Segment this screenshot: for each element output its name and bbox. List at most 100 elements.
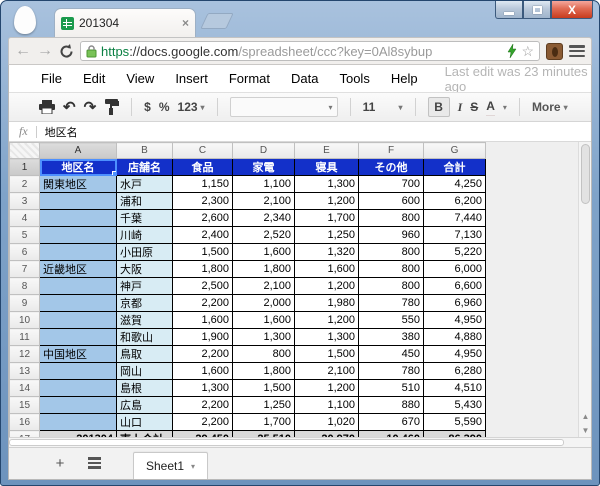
cell[interactable] xyxy=(40,397,117,414)
more-button[interactable]: More▾ xyxy=(532,100,568,114)
cell[interactable]: 2,600 xyxy=(173,210,233,227)
menu-help[interactable]: Help xyxy=(391,71,418,86)
horizontal-scrollbar-thumb[interactable] xyxy=(9,439,564,446)
cell[interactable]: 滋賀 xyxy=(117,312,173,329)
cell[interactable]: 2,520 xyxy=(233,227,295,244)
redo-icon[interactable]: ↷ xyxy=(84,98,97,116)
cell[interactable] xyxy=(40,312,117,329)
extension-icon[interactable] xyxy=(546,43,563,60)
currency-format-button[interactable]: $ xyxy=(144,100,151,114)
column-header-e[interactable]: E xyxy=(295,143,359,159)
cell[interactable]: 6,200 xyxy=(424,193,486,210)
text-color-button[interactable]: A xyxy=(486,100,495,115)
row-header-16[interactable]: 16 xyxy=(10,414,40,431)
fill-handle[interactable] xyxy=(112,171,117,176)
menu-data[interactable]: Data xyxy=(291,71,318,86)
row-header-11[interactable]: 11 xyxy=(10,329,40,346)
cell[interactable]: 1,250 xyxy=(233,397,295,414)
reload-icon[interactable] xyxy=(59,44,74,59)
cell[interactable]: 5,220 xyxy=(424,244,486,261)
menu-edit[interactable]: Edit xyxy=(83,71,105,86)
cell[interactable]: 6,000 xyxy=(424,261,486,278)
cell[interactable]: 中国地区 xyxy=(40,346,117,363)
cell[interactable]: 1,500 xyxy=(295,346,359,363)
cell[interactable] xyxy=(40,227,117,244)
cell[interactable]: 5,430 xyxy=(424,397,486,414)
cell[interactable]: 800 xyxy=(359,261,424,278)
cell[interactable]: 2,000 xyxy=(233,295,295,312)
profile-avatar-icon[interactable] xyxy=(14,6,36,34)
cell[interactable]: 山口 xyxy=(117,414,173,431)
row-header-2[interactable]: 2 xyxy=(10,176,40,193)
italic-button[interactable]: I xyxy=(458,100,463,115)
cell[interactable]: 1,600 xyxy=(295,261,359,278)
cell[interactable]: 浦和 xyxy=(117,193,173,210)
cell[interactable]: 2,340 xyxy=(233,210,295,227)
cell[interactable]: 1,150 xyxy=(173,176,233,193)
cell[interactable]: 7,130 xyxy=(424,227,486,244)
cell[interactable]: 1,800 xyxy=(173,261,233,278)
cell[interactable]: 800 xyxy=(359,244,424,261)
cell[interactable]: 1,300 xyxy=(173,380,233,397)
cell[interactable]: 2,400 xyxy=(173,227,233,244)
cell[interactable]: 5,590 xyxy=(424,414,486,431)
cell[interactable]: 1,600 xyxy=(233,312,295,329)
cell[interactable]: 京都 xyxy=(117,295,173,312)
cell[interactable]: 1,250 xyxy=(295,227,359,244)
cell[interactable]: 2,100 xyxy=(233,193,295,210)
cell[interactable]: 1,320 xyxy=(295,244,359,261)
row-header-8[interactable]: 8 xyxy=(10,278,40,295)
row-header-9[interactable]: 9 xyxy=(10,295,40,312)
cell[interactable]: 2,200 xyxy=(173,414,233,431)
cell[interactable]: 1,800 xyxy=(233,261,295,278)
select-all-corner[interactable] xyxy=(10,143,40,159)
column-header-d[interactable]: D xyxy=(233,143,295,159)
cell[interactable] xyxy=(40,329,117,346)
cell[interactable]: 6,600 xyxy=(424,278,486,295)
all-sheets-icon[interactable] xyxy=(81,452,107,474)
cell[interactable]: 2,200 xyxy=(173,295,233,312)
scroll-down-icon[interactable]: ▼ xyxy=(582,427,590,435)
cell[interactable] xyxy=(40,278,117,295)
maximize-button[interactable] xyxy=(523,1,551,19)
horizontal-scrollbar[interactable] xyxy=(9,437,591,447)
browser-tab[interactable]: 201304 × xyxy=(54,8,196,37)
cell[interactable]: 水戸 xyxy=(117,176,173,193)
cell[interactable]: 関東地区 xyxy=(40,176,117,193)
cell[interactable]: 広島 xyxy=(117,397,173,414)
cell[interactable] xyxy=(40,380,117,397)
cell[interactable]: 1,600 xyxy=(233,244,295,261)
row-header-10[interactable]: 10 xyxy=(10,312,40,329)
cell[interactable]: 380 xyxy=(359,329,424,346)
cell[interactable]: 1,300 xyxy=(295,329,359,346)
cell[interactable]: 和歌山 xyxy=(117,329,173,346)
cell[interactable]: 島根 xyxy=(117,380,173,397)
undo-icon[interactable]: ↶ xyxy=(63,98,76,116)
cell[interactable]: 880 xyxy=(359,397,424,414)
vertical-scrollbar-thumb[interactable] xyxy=(581,144,590,204)
cell[interactable]: 4,510 xyxy=(424,380,486,397)
cell[interactable]: 6,960 xyxy=(424,295,486,312)
cell[interactable]: 鳥取 xyxy=(117,346,173,363)
cell[interactable]: 1,300 xyxy=(233,329,295,346)
menu-view[interactable]: View xyxy=(126,71,154,86)
cell[interactable]: 合計 xyxy=(424,159,486,176)
cell[interactable]: 近畿地区 xyxy=(40,261,117,278)
cell[interactable] xyxy=(40,363,117,380)
address-bar[interactable]: https://docs.google.com/spreadsheet/ccc?… xyxy=(80,41,540,61)
cell[interactable]: 2,100 xyxy=(233,278,295,295)
row-header-14[interactable]: 14 xyxy=(10,380,40,397)
cell[interactable]: 1,600 xyxy=(173,363,233,380)
sheet-tab-sheet1[interactable]: Sheet1 ▾ xyxy=(133,452,208,479)
cell[interactable]: 寝具 xyxy=(295,159,359,176)
cell[interactable]: 小田原 xyxy=(117,244,173,261)
formula-input[interactable]: 地区名 xyxy=(45,124,78,140)
cell[interactable]: その他 xyxy=(359,159,424,176)
cell[interactable]: 1,200 xyxy=(295,193,359,210)
cell[interactable]: 670 xyxy=(359,414,424,431)
cell[interactable]: 2,500 xyxy=(173,278,233,295)
close-button[interactable]: X xyxy=(551,1,593,19)
cell[interactable]: 1,300 xyxy=(295,176,359,193)
cell[interactable]: 1,200 xyxy=(295,380,359,397)
column-header-c[interactable]: C xyxy=(173,143,233,159)
